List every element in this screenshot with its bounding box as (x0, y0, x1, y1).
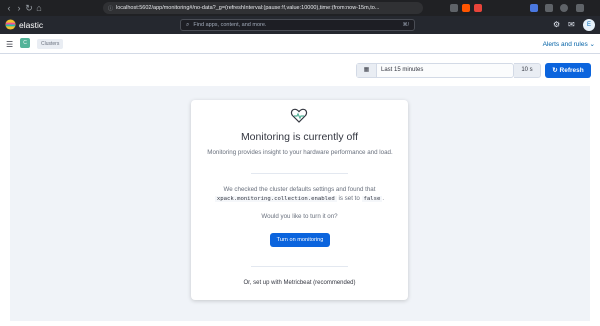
heartbeat-icon (290, 108, 308, 129)
home-icon[interactable]: ⌂ (34, 3, 44, 13)
search-shortcut: ⌘/ (402, 22, 409, 28)
check-text-end: . (382, 195, 385, 202)
refresh-interval[interactable]: 10 s (514, 63, 541, 78)
no-data-card: Monitoring is currently off Monitoring p… (191, 100, 408, 300)
elastic-logo-icon (5, 19, 16, 30)
back-icon[interactable]: ‹ (4, 3, 14, 13)
breadcrumb-bar: ☰ C Clusters Alerts and rules ⌄ (0, 34, 600, 54)
url-text: localhost:5602/app/monitoring#/no-data?_… (116, 5, 380, 11)
refresh-button[interactable]: ↻ Refresh (545, 63, 591, 78)
chevron-down-icon: ⌄ (589, 41, 595, 48)
page-title: Monitoring is currently off (240, 131, 359, 143)
search-icon: ⌕ (186, 21, 190, 28)
elastic-logo[interactable]: elastic (5, 19, 43, 30)
kibana-header: elastic ⌕ Find apps, content, and more. … (0, 16, 600, 34)
extension-icon[interactable] (474, 4, 482, 12)
avatar[interactable]: E (583, 19, 595, 31)
check-text-before: We checked the cluster defaults settings… (223, 186, 376, 193)
reload-icon[interactable]: ↻ (24, 3, 34, 14)
divider (251, 266, 348, 267)
calendar-icon[interactable]: ▦ (357, 64, 377, 77)
help-icon[interactable]: ⚙ (553, 20, 560, 29)
brave-shield-icon[interactable] (462, 4, 470, 12)
settings-check-text: We checked the cluster defaults settings… (203, 185, 396, 204)
app-badge[interactable]: C (20, 38, 30, 48)
card-description: Monitoring provides insight to your hard… (207, 149, 393, 156)
metricbeat-setup-link[interactable]: Or, set up with Metricbeat (recommended) (191, 280, 408, 286)
address-bar[interactable]: ⓘ localhost:5602/app/monitoring#/no-data… (103, 2, 423, 14)
breadcrumb-clusters[interactable]: Clusters (37, 39, 64, 49)
alerts-and-rules-button[interactable]: Alerts and rules ⌄ (543, 40, 595, 48)
time-toolbar: ▦ Last 15 minutes 10 s ↻ Refresh (0, 54, 600, 86)
setting-value: false (361, 196, 383, 202)
account-icon[interactable] (560, 4, 568, 12)
interval-value: 10 s (521, 67, 533, 73)
extensions-icon[interactable] (545, 4, 553, 12)
check-text-mid: is set to (338, 195, 360, 202)
setting-name: xpack.monitoring.collection.enabled (214, 196, 337, 202)
date-range-text: Last 15 minutes (381, 67, 424, 73)
divider (251, 173, 348, 174)
global-search-input[interactable]: ⌕ Find apps, content, and more. ⌘/ (180, 19, 415, 31)
site-info-icon[interactable]: ⓘ (108, 5, 113, 12)
logo-text: elastic (19, 19, 44, 30)
refresh-label: Refresh (559, 67, 584, 74)
date-range-picker[interactable]: ▦ Last 15 minutes (356, 63, 514, 78)
bookmark-icon[interactable] (450, 4, 458, 12)
hamburger-menu-icon[interactable]: ☰ (6, 40, 13, 49)
profile-icon[interactable] (530, 4, 538, 12)
turn-on-monitoring-button[interactable]: Turn on monitoring (270, 233, 330, 247)
turn-on-question: Would you like to turn it on? (261, 213, 338, 220)
search-placeholder: Find apps, content, and more. (193, 22, 267, 28)
forward-icon[interactable]: › (14, 3, 24, 13)
alerts-label: Alerts and rules (542, 41, 588, 48)
news-icon[interactable]: ✉ (568, 20, 575, 29)
menu-icon[interactable] (576, 4, 584, 12)
refresh-icon: ↻ (552, 67, 560, 74)
